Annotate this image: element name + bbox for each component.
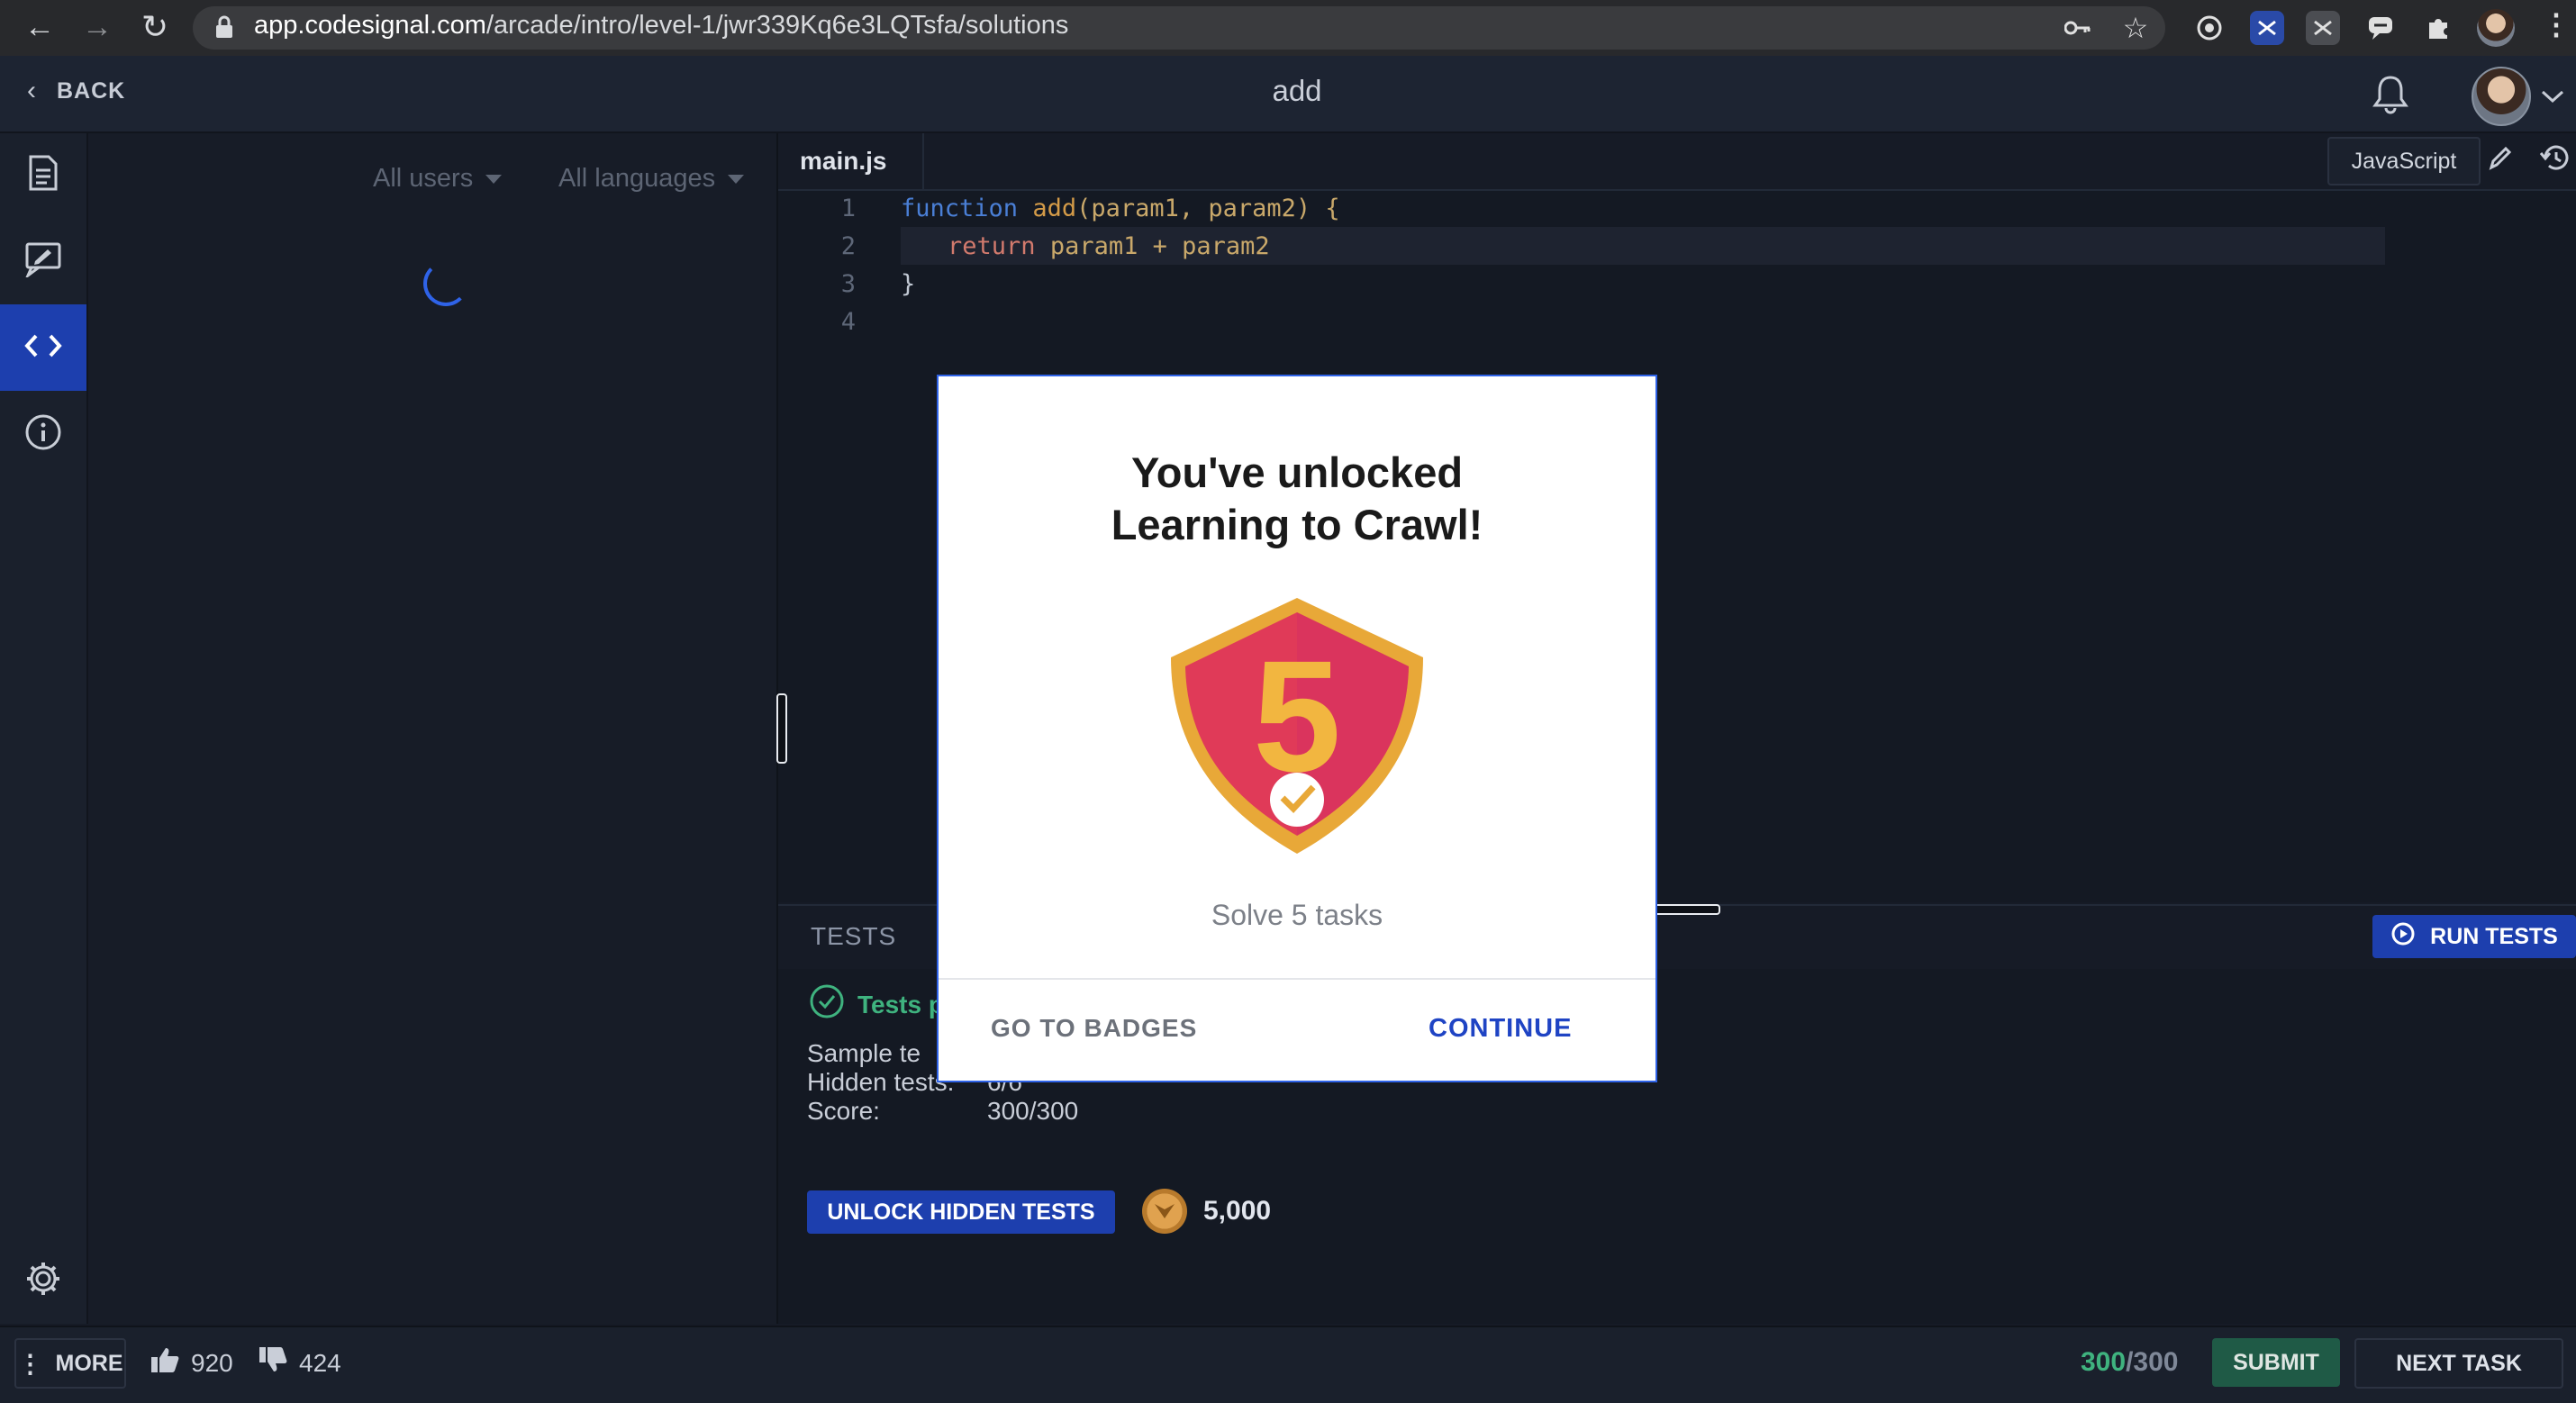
caret-down-icon	[485, 174, 503, 184]
browser-back-icon[interactable]: ←	[20, 7, 59, 47]
browser-reload-icon[interactable]: ↻	[135, 7, 175, 47]
solutions-panel	[88, 133, 778, 1324]
browser-forward-icon[interactable]: →	[77, 7, 117, 47]
line-number: 4	[840, 308, 856, 336]
line-number: 3	[840, 270, 856, 298]
editor-tabbar	[778, 133, 2576, 191]
thumbs-up-icon	[150, 1345, 180, 1380]
rail-info[interactable]	[0, 391, 86, 477]
rail-settings[interactable]	[0, 1237, 86, 1324]
play-circle-icon	[2390, 921, 2416, 953]
sample-tests-row: Sample te	[807, 1039, 921, 1068]
dislike-count: 424	[299, 1348, 341, 1377]
users-filter-label: All users	[373, 164, 474, 193]
unlock-hidden-tests-button[interactable]: UNLOCK HIDDEN TESTS	[807, 1190, 1115, 1234]
kebab-icon: ⋮	[17, 1349, 43, 1378]
modal-subtitle: Solve 5 tasks	[1211, 899, 1383, 931]
line-number: 1	[840, 195, 856, 222]
languages-filter[interactable]: All languages	[558, 164, 745, 194]
pencil-icon[interactable]	[2488, 144, 2513, 176]
vertical-resize-handle[interactable]	[776, 693, 787, 764]
score-label: Score:	[807, 1097, 880, 1125]
coin-icon	[1142, 1189, 1187, 1234]
like-button[interactable]: 920	[150, 1345, 233, 1380]
bell-icon[interactable]	[2371, 72, 2410, 115]
like-count: 920	[191, 1348, 233, 1377]
check-circle-icon	[809, 983, 845, 1026]
key-icon[interactable]	[2061, 11, 2095, 45]
run-tests-label: RUN TESTS	[2430, 923, 2558, 949]
lock-icon	[214, 14, 234, 44]
footer-score: 300/300	[2081, 1347, 2179, 1377]
score-row: Score: 300/300	[807, 1097, 1078, 1126]
code-line: return param1 + param2	[948, 232, 1270, 260]
modal-divider	[939, 978, 1655, 980]
coin-cost: 5,000	[1203, 1196, 1272, 1226]
more-button[interactable]: ⋮ MORE	[14, 1338, 126, 1389]
caret-down-icon	[728, 174, 745, 184]
tests-status-text: Tests p	[857, 990, 944, 1018]
info-icon	[24, 413, 62, 456]
next-task-button[interactable]: NEXT TASK	[2354, 1338, 2563, 1389]
chevron-left-icon: ‹	[27, 76, 37, 105]
code-lines: 1 function add(param1, param2) { 2 retur…	[778, 191, 2576, 371]
more-label: MORE	[55, 1350, 123, 1376]
document-icon	[27, 154, 59, 196]
score-value: 300/300	[987, 1097, 1079, 1125]
code-line: }	[901, 270, 916, 298]
hidden-tests-label: Hidden tests:	[807, 1068, 955, 1096]
rail-description[interactable]	[0, 131, 86, 218]
page-title: add	[1272, 74, 1322, 107]
hidden-tests-row: Hidden tests: 6/6	[807, 1068, 1022, 1097]
submit-button[interactable]: SUBMIT	[2212, 1338, 2340, 1387]
file-tab[interactable]: main.js	[780, 133, 924, 189]
extension-blue-icon[interactable]	[2250, 11, 2284, 45]
tests-label: TESTS	[811, 922, 897, 950]
extension-target-icon[interactable]	[2192, 11, 2227, 45]
line-number: 2	[840, 232, 856, 260]
chevron-down-icon[interactable]	[2540, 83, 2565, 111]
code-icon	[23, 332, 63, 364]
code-line: function add(param1, param2) {	[901, 195, 1340, 222]
go-to-badges-button[interactable]: GO TO BADGES	[991, 1014, 1197, 1043]
bookmark-star-icon[interactable]: ☆	[2118, 11, 2153, 45]
comment-edit-icon	[24, 241, 62, 282]
thumbs-down-icon	[258, 1345, 288, 1380]
tests-status: Tests p	[809, 983, 944, 1026]
users-filter[interactable]: All users	[373, 164, 503, 194]
badge-shield-icon: 5	[1167, 594, 1427, 857]
browser-profile-avatar[interactable]	[2477, 9, 2515, 47]
rail-comments[interactable]	[0, 218, 86, 304]
browser-menu-icon[interactable]: ⋮	[2542, 7, 2571, 41]
run-tests-button[interactable]: RUN TESTS	[2372, 915, 2576, 958]
address-url[interactable]: app.codesignal.com/arcade/intro/level-1/…	[254, 11, 1068, 41]
footer-bar	[0, 1326, 2576, 1403]
loading-spinner	[423, 261, 468, 306]
gear-icon	[24, 1260, 62, 1302]
horizontal-resize-handle[interactable]	[1654, 904, 1720, 915]
dislike-button[interactable]: 424	[258, 1345, 341, 1380]
modal-title: You've unlocked Learning to Crawl!	[1111, 448, 1483, 548]
rail-solutions[interactable]	[0, 304, 86, 391]
extension-chat-icon[interactable]	[2363, 11, 2398, 45]
language-selector[interactable]: JavaScript	[2327, 137, 2481, 186]
continue-button[interactable]: CONTINUE	[1429, 1014, 1572, 1044]
extension-gray-icon[interactable]	[2306, 11, 2340, 45]
history-icon[interactable]	[2538, 142, 2571, 177]
user-avatar[interactable]	[2472, 67, 2531, 126]
languages-filter-label: All languages	[558, 164, 716, 193]
back-label: BACK	[57, 77, 126, 104]
extensions-puzzle-icon[interactable]	[2421, 11, 2455, 45]
sample-tests-label: Sample te	[807, 1039, 921, 1067]
back-button[interactable]: ‹ BACK	[27, 76, 125, 106]
